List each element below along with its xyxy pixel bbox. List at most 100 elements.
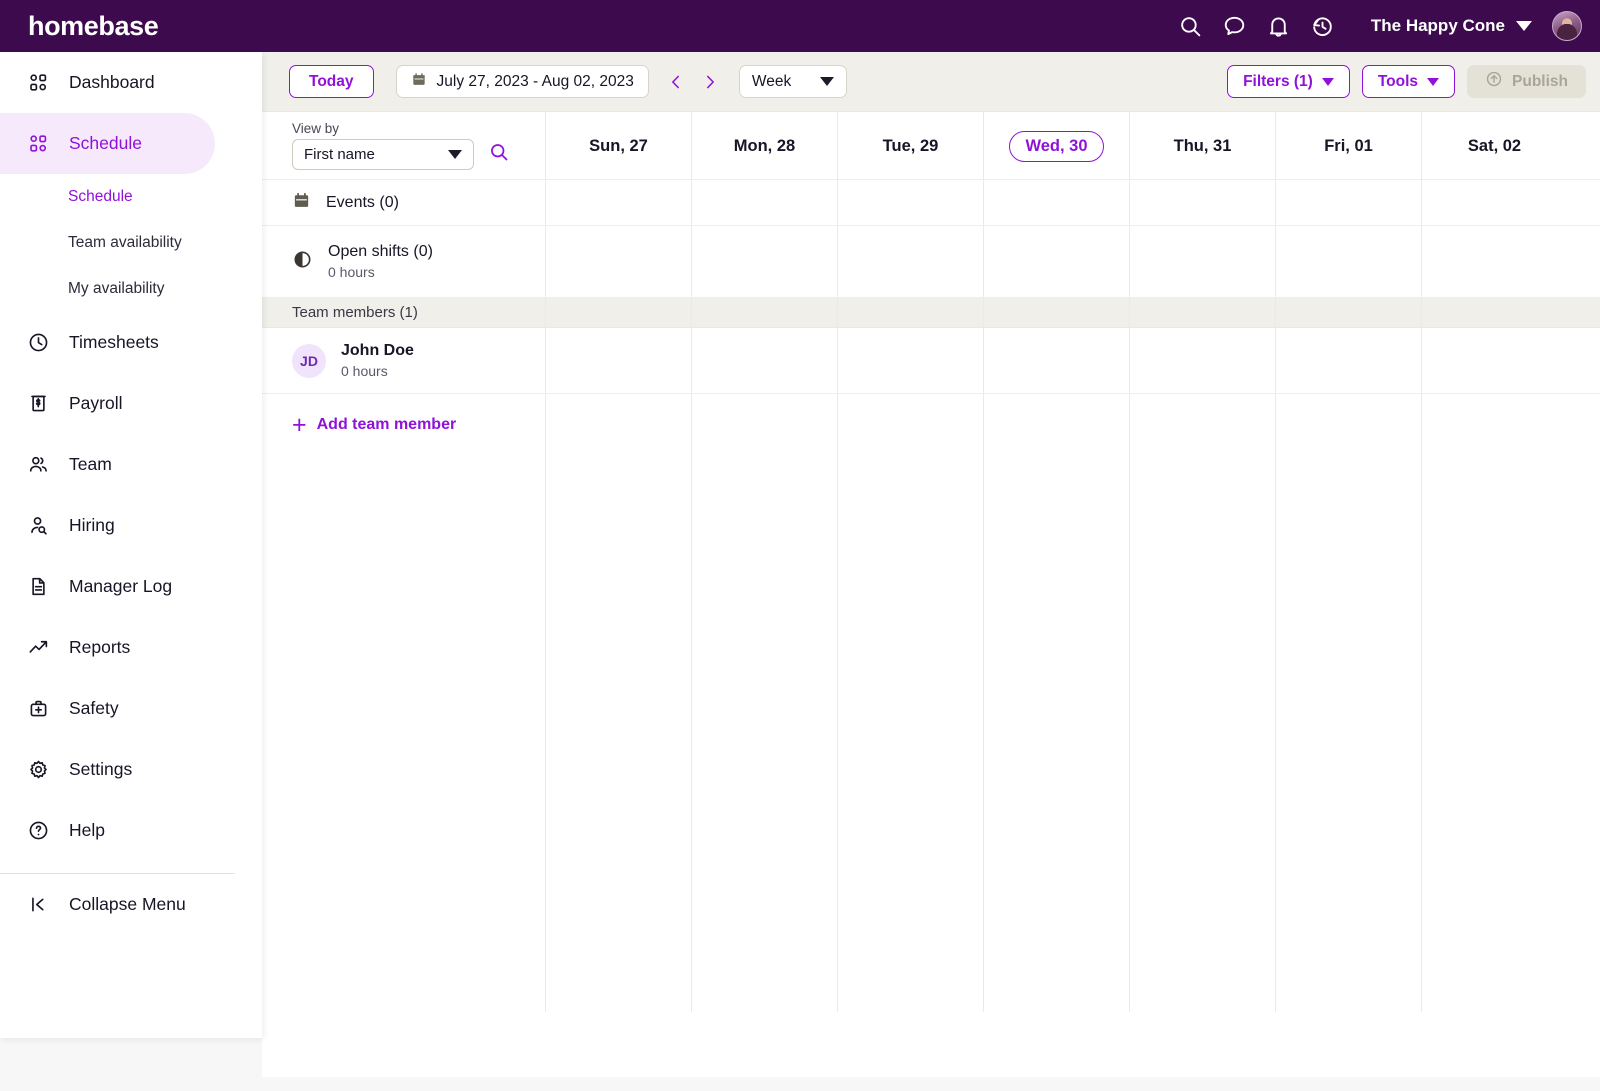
events-cell[interactable] <box>691 180 837 225</box>
company-switcher[interactable]: The Happy Cone <box>1371 16 1532 36</box>
open-shift-cell[interactable] <box>1275 226 1421 297</box>
sidebar-item-hiring[interactable]: Hiring <box>0 495 262 556</box>
day-label: Thu, 31 <box>1173 136 1232 155</box>
section-header-cell <box>983 298 1129 327</box>
events-cell[interactable] <box>837 180 983 225</box>
schedule-grid: View by First name Sun, 27 Mon, 28 Tue, … <box>262 111 1600 1077</box>
search-icon[interactable] <box>488 141 510 168</box>
shift-cell[interactable] <box>545 328 691 393</box>
filters-label: Filters (1) <box>1243 72 1313 90</box>
today-button[interactable]: Today <box>289 65 374 98</box>
plus-icon: + <box>292 411 307 439</box>
add-team-member-button[interactable]: + Add team member <box>262 394 456 439</box>
section-header-cell <box>837 298 983 327</box>
events-cell[interactable] <box>1275 180 1421 225</box>
empty-day-cell[interactable] <box>691 394 837 1012</box>
empty-day-cell[interactable] <box>837 394 983 1012</box>
empty-day-cell[interactable] <box>1129 394 1275 1012</box>
half-circle-icon <box>292 249 313 275</box>
day-column-header[interactable]: Fri, 01 <box>1275 112 1421 179</box>
open-shift-cell[interactable] <box>837 226 983 297</box>
sidebar-item-help[interactable]: Help <box>0 800 262 861</box>
collapse-menu-button[interactable]: Collapse Menu <box>0 874 262 935</box>
add-member-cell: + Add team member <box>262 394 545 1012</box>
events-cell[interactable] <box>1129 180 1275 225</box>
sidebar-item-manager-log[interactable]: Manager Log <box>0 556 262 617</box>
sidebar-subitem-schedule[interactable]: Schedule <box>0 174 262 220</box>
day-column-header[interactable]: Sun, 27 <box>545 112 691 179</box>
sidebar-subitem-my-availability[interactable]: My availability <box>0 266 262 312</box>
shift-cell[interactable] <box>983 328 1129 393</box>
sidebar-item-label: Help <box>69 820 105 840</box>
empty-day-cell[interactable] <box>983 394 1129 1012</box>
date-navigation <box>659 65 727 99</box>
shift-cell[interactable] <box>837 328 983 393</box>
empty-day-cell[interactable] <box>1275 394 1421 1012</box>
events-cell[interactable] <box>983 180 1129 225</box>
events-cell[interactable] <box>545 180 691 225</box>
tools-button[interactable]: Tools <box>1361 65 1456 98</box>
open-shift-cell[interactable] <box>1421 226 1567 297</box>
question-circle-icon <box>27 819 57 842</box>
chevron-right-icon[interactable] <box>693 65 727 99</box>
view-period-select[interactable]: Week <box>738 65 847 98</box>
empty-day-cell[interactable] <box>1421 394 1567 1012</box>
filters-button[interactable]: Filters (1) <box>1227 65 1350 98</box>
sidebar-item-payroll[interactable]: Payroll <box>0 373 262 434</box>
open-shift-cell[interactable] <box>545 226 691 297</box>
chevron-down-icon <box>1427 77 1440 86</box>
shift-cell[interactable] <box>1275 328 1421 393</box>
open-shifts-row: Open shifts (0) 0 hours <box>262 226 1600 298</box>
sidebar-item-team[interactable]: Team <box>0 434 262 495</box>
open-shift-cell[interactable] <box>691 226 837 297</box>
gear-icon <box>27 758 57 781</box>
company-name: The Happy Cone <box>1370 16 1505 35</box>
open-shift-cell[interactable] <box>1129 226 1275 297</box>
app-logo[interactable]: homebase <box>28 11 159 42</box>
dollar-bill-icon <box>27 392 57 415</box>
shift-cell[interactable] <box>691 328 837 393</box>
view-by-value: First name <box>304 146 375 163</box>
day-column-header-today[interactable]: Wed, 30 <box>983 112 1129 179</box>
empty-day-cell[interactable] <box>545 394 691 1012</box>
day-label: Wed, 30 <box>1009 130 1104 162</box>
sidebar-item-dashboard[interactable]: Dashboard <box>0 52 262 113</box>
open-shift-cell[interactable] <box>983 226 1129 297</box>
sidebar-item-safety[interactable]: Safety <box>0 678 262 739</box>
view-by-control: View by First name <box>262 112 545 179</box>
sidebar-item-timesheets[interactable]: Timesheets <box>0 312 262 373</box>
chevron-down-icon <box>1516 21 1532 31</box>
main-content: Today July 27, 2023 - Aug 02, 2023 Week … <box>262 52 1600 1091</box>
collapse-menu-label: Collapse Menu <box>69 894 186 914</box>
bell-icon[interactable] <box>1257 4 1301 48</box>
sidebar-item-label: Manager Log <box>69 576 173 596</box>
section-header-cell <box>1421 298 1567 327</box>
chat-icon[interactable] <box>1213 4 1257 48</box>
publish-button[interactable]: Publish <box>1467 65 1586 98</box>
open-shifts-label-cell: Open shifts (0) 0 hours <box>262 226 545 297</box>
sidebar-item-schedule[interactable]: Schedule <box>0 113 215 174</box>
table-row: JD John Doe 0 hours <box>262 328 1600 394</box>
day-label: Mon, 28 <box>733 136 796 155</box>
view-by-select[interactable]: First name <box>292 139 474 170</box>
day-column-header[interactable]: Thu, 31 <box>1129 112 1275 179</box>
first-aid-icon <box>27 697 57 720</box>
day-column-header[interactable]: Mon, 28 <box>691 112 837 179</box>
sidebar-item-settings[interactable]: Settings <box>0 739 262 800</box>
member-label-cell[interactable]: JD John Doe 0 hours <box>262 328 545 393</box>
publish-label: Publish <box>1512 72 1568 90</box>
shift-cell[interactable] <box>1129 328 1275 393</box>
search-icon[interactable] <box>1169 4 1213 48</box>
avatar[interactable] <box>1552 11 1582 41</box>
day-column-header[interactable]: Sat, 02 <box>1421 112 1567 179</box>
day-column-header[interactable]: Tue, 29 <box>837 112 983 179</box>
chevron-down-icon <box>448 150 462 159</box>
events-cell[interactable] <box>1421 180 1567 225</box>
shift-cell[interactable] <box>1421 328 1567 393</box>
calendar-filled-icon <box>292 191 311 215</box>
chevron-left-icon[interactable] <box>659 65 693 99</box>
history-icon[interactable] <box>1301 4 1345 48</box>
sidebar-subitem-team-availability[interactable]: Team availability <box>0 220 262 266</box>
sidebar-item-reports[interactable]: Reports <box>0 617 262 678</box>
date-range-picker[interactable]: July 27, 2023 - Aug 02, 2023 <box>395 65 649 98</box>
